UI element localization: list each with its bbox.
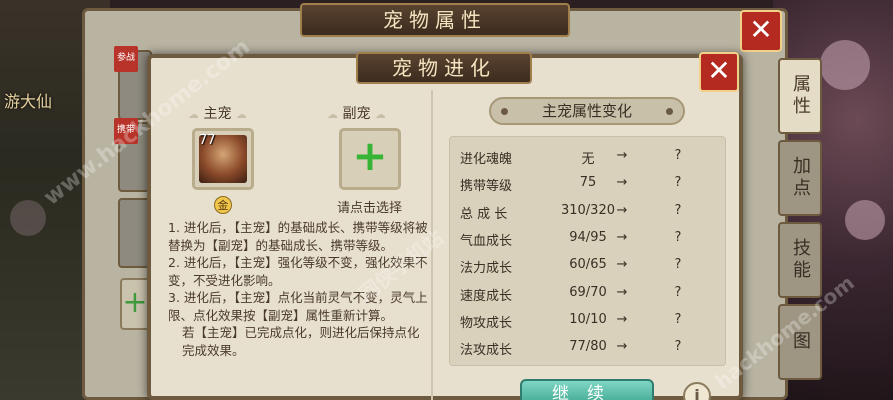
sub-pet-slot[interactable]: +	[339, 128, 401, 190]
stat-name: 总 成 长	[460, 206, 508, 222]
arrow-icon: →	[616, 175, 628, 191]
main-pet-slot[interactable]: 77	[192, 128, 254, 190]
back-close-button[interactable]: ✕	[740, 10, 782, 52]
stat-row: 携带等级 75 →?	[450, 170, 727, 197]
blossom-decor	[845, 200, 885, 240]
tab-attributes[interactable]: 属性	[778, 58, 822, 134]
pet-attributes-title: 宠物属性	[300, 3, 570, 37]
stat-name: 物攻成长	[460, 315, 513, 331]
close-button[interactable]: ✕	[699, 52, 739, 92]
cloud-ornament-icon: ☁	[327, 108, 338, 121]
stat-name: 法力成长	[460, 261, 513, 277]
stat-row: 总 成 长 310/320 →?	[450, 198, 727, 225]
arrow-icon: →	[616, 229, 628, 245]
stat-result: ?	[674, 284, 682, 300]
rule-item: 1. 进化后，【主宠】的基础成长、携带等级将被替换为【副宠】的基础成长、携带等级…	[168, 220, 428, 253]
stat-name: 速度成长	[460, 288, 513, 304]
stat-row: 速度成长 69/70 →?	[450, 280, 727, 307]
character-name: 游大仙	[4, 92, 53, 111]
rule-item: 3. 进化后，【主宠】点化当前灵气不变，灵气上限、点化效果按【副宠】属性重新计算…	[168, 290, 428, 323]
stat-result: ?	[674, 311, 682, 327]
stat-result: ?	[674, 339, 682, 355]
stat-name: 法攻成长	[460, 343, 513, 359]
dialog-title: 宠物进化	[356, 52, 532, 84]
select-hint: 请点击选择	[337, 201, 403, 216]
arrow-icon: →	[616, 311, 628, 327]
sub-pet-label: ☁ 副宠 ☁	[327, 106, 386, 122]
blossom-decor	[820, 40, 870, 90]
stat-name: 进化魂魄	[460, 152, 513, 167]
arrow-icon: →	[616, 257, 628, 273]
stat-name: 气血成长	[460, 233, 513, 249]
continue-button[interactable]: 继续	[520, 379, 654, 400]
rule-item: 若【主宠】已完成点化，则进化后保持点化完成效果。	[182, 325, 420, 358]
stats-table: 进化魂魄无 →? 携带等级 75 →? 总 成 长 310/320 →? 气血成长 94/95 →?…	[449, 136, 726, 366]
blossom-decor	[10, 200, 46, 236]
stat-row: 物攻成长 10/10 →?	[450, 307, 727, 334]
cloud-ornament-icon: ☁	[188, 108, 199, 121]
stat-result: ?	[674, 202, 682, 218]
tab-add-points[interactable]: 加点	[778, 140, 822, 216]
stats-header: 主宠属性变化	[489, 97, 685, 125]
stat-row: 法攻成长 77/80 →?	[450, 334, 727, 361]
stat-result: ?	[674, 175, 682, 191]
arrow-icon: →	[616, 339, 628, 355]
dot-icon	[666, 108, 673, 115]
arrow-icon: →	[616, 202, 628, 218]
main-pet-label: ☁ 主宠 ☁	[188, 106, 247, 122]
tab-skills[interactable]: 技能	[778, 222, 822, 298]
arrow-icon: →	[616, 148, 628, 163]
stat-row: 气血成长 94/95 →?	[450, 225, 727, 252]
battle-tag: 参战	[114, 46, 138, 72]
stat-name: 携带等级	[460, 179, 513, 195]
stat-result: ?	[674, 148, 682, 163]
stat-result: ?	[674, 229, 682, 245]
add-pet-button[interactable]: +	[120, 278, 150, 330]
grade-badge: 金	[214, 196, 232, 214]
dot-icon	[501, 108, 508, 115]
arrow-icon: →	[616, 284, 628, 300]
stat-result: ?	[674, 257, 682, 273]
plus-icon: +	[352, 131, 388, 180]
stat-row: 法力成长 60/65 →?	[450, 252, 727, 279]
stat-row: 进化魂魄无 →?	[450, 143, 727, 170]
cloud-ornament-icon: ☁	[235, 108, 247, 121]
cloud-ornament-icon: ☁	[374, 108, 386, 121]
pet-level: 77	[199, 133, 216, 148]
